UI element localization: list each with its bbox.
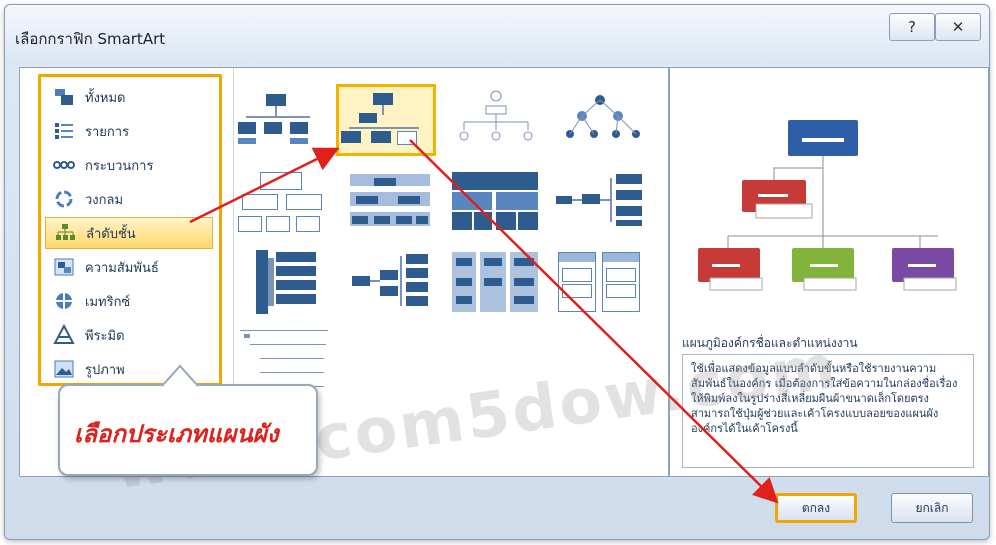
- arrow-to-layout: [189, 147, 340, 224]
- arrow-to-ok: [409, 139, 779, 504]
- annotation-arrows: [189, 139, 779, 504]
